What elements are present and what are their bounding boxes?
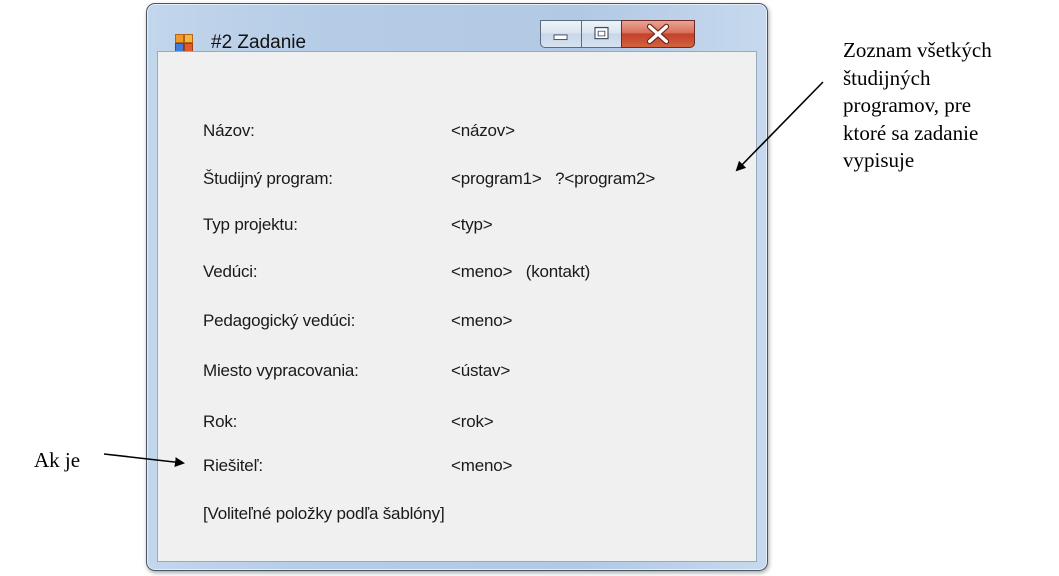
arrow-to-riesitel-field xyxy=(103,453,185,468)
arrow-to-program-field xyxy=(735,81,824,172)
page: #2 Zadanie Názov: <názov> Študijný progr… xyxy=(0,0,1059,576)
annotation-arrows xyxy=(103,81,824,468)
